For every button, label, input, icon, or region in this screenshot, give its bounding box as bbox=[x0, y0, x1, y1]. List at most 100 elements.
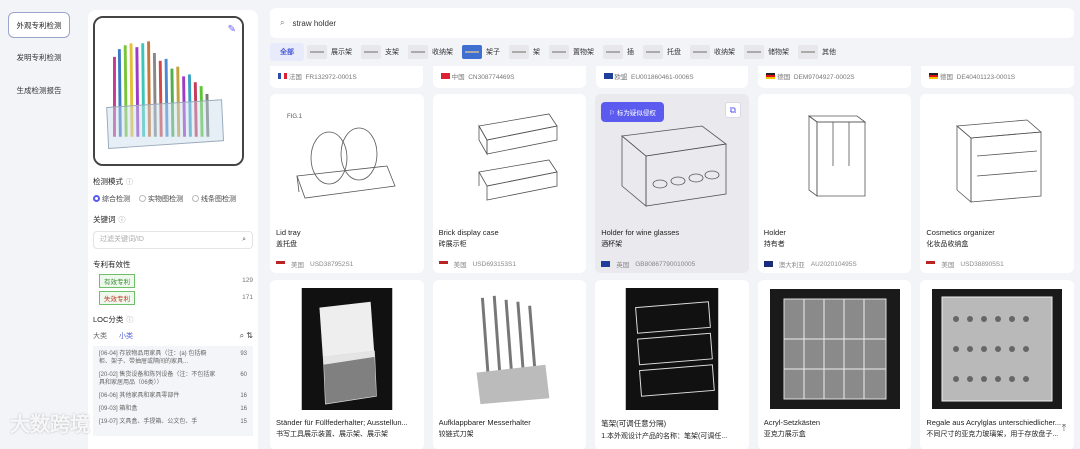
sort-icon[interactable]: ⇅ bbox=[246, 331, 253, 340]
radio-icon bbox=[139, 195, 146, 202]
loc-tab-major[interactable]: 大类 bbox=[93, 331, 107, 341]
loc-tab-minor[interactable]: 小类 bbox=[119, 331, 133, 341]
category-thumbnail bbox=[549, 45, 569, 59]
search-icon[interactable]: ⌕ bbox=[242, 232, 246, 248]
validity-title: 专利有效性 bbox=[93, 260, 131, 269]
loc-list: [06-04] 存放物品用家具（注：(a) 包括橱柜、架子、带抽屉或隔间的家具.… bbox=[93, 346, 253, 436]
flag-icon bbox=[926, 261, 936, 267]
list-item[interactable]: [06-04] 存放物品用家具（注：(a) 包括橱柜、架子、带抽屉或隔间的家具.… bbox=[99, 350, 247, 366]
category-item[interactable]: 其他 bbox=[798, 43, 842, 61]
patent-photo bbox=[601, 286, 743, 412]
result-card[interactable]: Acryl-Setzkästen 亚克力展示盒 德国DEM9704927-000… bbox=[757, 280, 912, 449]
search-icon: ⌕ bbox=[280, 18, 285, 27]
flag-icon bbox=[929, 73, 939, 79]
list-item[interactable]: [06-06] 其他家具和家具零部件 16 bbox=[99, 392, 247, 400]
nav-invention-patent[interactable]: 发明专利检测 bbox=[8, 45, 70, 71]
validity-valid[interactable]: 有效专利 129 bbox=[93, 273, 253, 288]
validity-invalid[interactable]: 失效专利 171 bbox=[93, 290, 253, 305]
category-item[interactable]: 支架 bbox=[361, 43, 405, 61]
result-card-partial[interactable]: 德国 DE40401123-0001S bbox=[921, 66, 1074, 88]
category-item[interactable]: 插 bbox=[603, 43, 640, 61]
svg-text:FIG.1: FIG.1 bbox=[287, 114, 303, 120]
list-item[interactable]: [20-02] 售货设备和陈列设备（注：不包括家具和家居用品（06类）） 60 bbox=[99, 371, 247, 387]
keyword-input[interactable]: 过滤关键词/ID ⌕ bbox=[93, 231, 253, 249]
patent-drawing bbox=[764, 100, 906, 222]
edit-image-icon[interactable]: ✎ bbox=[228, 24, 236, 35]
result-card[interactable]: FIG.1 Lid tray 盖托盘 美国 USD387952S1 bbox=[270, 94, 424, 273]
category-thumbnail bbox=[462, 45, 482, 59]
category-filter: 全部 展示架 支架 收纳架 架子 架 置物架 插 托盘 收纳架 储物架 其他 bbox=[270, 40, 1074, 64]
result-card-partial[interactable]: 法国 FR132972-0001S bbox=[270, 66, 423, 88]
patent-photo bbox=[439, 286, 581, 412]
image-search-icon[interactable]: ⧉ bbox=[724, 102, 741, 118]
category-thumbnail bbox=[744, 45, 764, 59]
scroll-top-icon[interactable]: ⤒ bbox=[1056, 423, 1072, 439]
search-query: straw holder bbox=[292, 18, 337, 28]
category-item[interactable]: 展示架 bbox=[307, 43, 358, 61]
radio-icon bbox=[192, 195, 199, 202]
results-grid: FIG.1 Lid tray 盖托盘 美国 USD387952S1 Brick d… bbox=[270, 94, 1074, 449]
category-thumbnail bbox=[798, 45, 818, 59]
flag-icon bbox=[438, 261, 448, 267]
left-nav: 外观专利检测 发明专利检测 生成检测报告 bbox=[0, 0, 80, 449]
patent-photo bbox=[276, 286, 418, 412]
loc-title: LOC分类 bbox=[93, 315, 124, 324]
category-thumbnail bbox=[307, 45, 327, 59]
keyword-title: 关键词 bbox=[93, 215, 116, 224]
help-icon[interactable]: ⓘ bbox=[126, 179, 133, 186]
straw-holder-photo bbox=[95, 18, 242, 164]
patent-drawing bbox=[926, 100, 1068, 222]
result-card[interactable]: Brick display case 砖展示柜 美国 USD693153S1 bbox=[432, 94, 587, 273]
patent-photo bbox=[764, 286, 906, 412]
category-thumbnail bbox=[408, 45, 428, 59]
category-item[interactable]: 收纳架 bbox=[690, 43, 741, 61]
category-item[interactable]: 储物架 bbox=[744, 43, 795, 61]
patent-drawing: FIG.1 bbox=[276, 100, 418, 222]
radio-icon bbox=[93, 195, 100, 202]
flag-icon bbox=[278, 73, 287, 79]
mode-photo[interactable]: 实物图检测 bbox=[139, 194, 183, 204]
category-item[interactable]: 置物架 bbox=[549, 43, 600, 61]
nav-design-patent[interactable]: 外观专利检测 bbox=[8, 12, 70, 38]
help-icon[interactable]: ⓘ bbox=[119, 217, 126, 224]
category-thumbnail bbox=[690, 45, 710, 59]
patent-photo bbox=[926, 286, 1068, 412]
result-card-hovered[interactable]: ⚐ 标为疑似侵权 ⧉ Holder for wine glasses 酒杯架 英… bbox=[595, 94, 749, 273]
result-card[interactable]: 笔架(可调任意分隔) 1.本外观设计产品的名称：笔架(可调任... 中国CN30… bbox=[595, 280, 749, 449]
category-item[interactable]: 托盘 bbox=[643, 43, 687, 61]
result-card[interactable]: Cosmetics organizer 化妆品收纳盒 美国 USD388905S1 bbox=[920, 94, 1074, 273]
category-item[interactable]: 收纳架 bbox=[408, 43, 459, 61]
mode-line-drawing[interactable]: 线条图检测 bbox=[192, 194, 236, 204]
help-icon[interactable]: ⓘ bbox=[126, 317, 133, 324]
result-card[interactable]: Regale aus Acrylglas unterschiedlicher..… bbox=[920, 280, 1074, 449]
previous-row: 法国 FR132972-0001S 中国 CN308774469S 欧盟 EU0… bbox=[270, 66, 1074, 88]
result-card[interactable]: Ständer für Füllfederhalter; Ausstellun.… bbox=[270, 280, 424, 449]
flag-icon bbox=[603, 73, 613, 79]
search-icon[interactable]: ⌕ bbox=[240, 331, 244, 340]
category-all[interactable]: 全部 bbox=[270, 43, 304, 61]
category-item[interactable]: 架 bbox=[509, 43, 546, 61]
category-item[interactable]: 架子 bbox=[462, 43, 506, 61]
search-bar[interactable]: ⌕ straw holder bbox=[270, 8, 1074, 38]
query-image[interactable]: ✎ bbox=[93, 16, 244, 166]
mode-title: 检测模式 bbox=[93, 177, 123, 186]
nav-generate-report[interactable]: 生成检测报告 bbox=[8, 78, 70, 104]
patent-drawing bbox=[439, 100, 581, 222]
flag-icon bbox=[763, 261, 773, 267]
result-card-partial[interactable]: 欧盟 EU001860461-0006S bbox=[595, 66, 749, 88]
result-card[interactable]: Aufklappbarer Messerhalter 铰链式刀架 德国DEM94… bbox=[432, 280, 587, 449]
results-area: ⌕ straw holder 全部 展示架 支架 收纳架 架子 架 置物架 插 … bbox=[262, 0, 1080, 449]
category-thumbnail bbox=[643, 45, 663, 59]
list-item[interactable]: [19-07] 文具盒、手提箱、公文包、手 15 bbox=[99, 418, 247, 426]
flag-icon bbox=[276, 261, 285, 267]
flag-icon bbox=[440, 73, 450, 79]
result-card[interactable]: Holder 持有者 澳大利亚 AU202010495S bbox=[757, 94, 912, 273]
category-thumbnail bbox=[603, 45, 623, 59]
watermark-logo: 大数跨境 bbox=[10, 414, 90, 436]
category-thumbnail bbox=[509, 45, 529, 59]
mark-suspected-button[interactable]: ⚐ 标为疑似侵权 bbox=[601, 102, 664, 122]
list-item[interactable]: [09-03] 箱和盒 16 bbox=[99, 405, 247, 413]
result-card-partial[interactable]: 中国 CN308774469S bbox=[432, 66, 586, 88]
result-card-partial[interactable]: 德国 DEM9704927-0002S bbox=[758, 66, 912, 88]
mode-combined[interactable]: 综合检测 bbox=[93, 194, 130, 204]
